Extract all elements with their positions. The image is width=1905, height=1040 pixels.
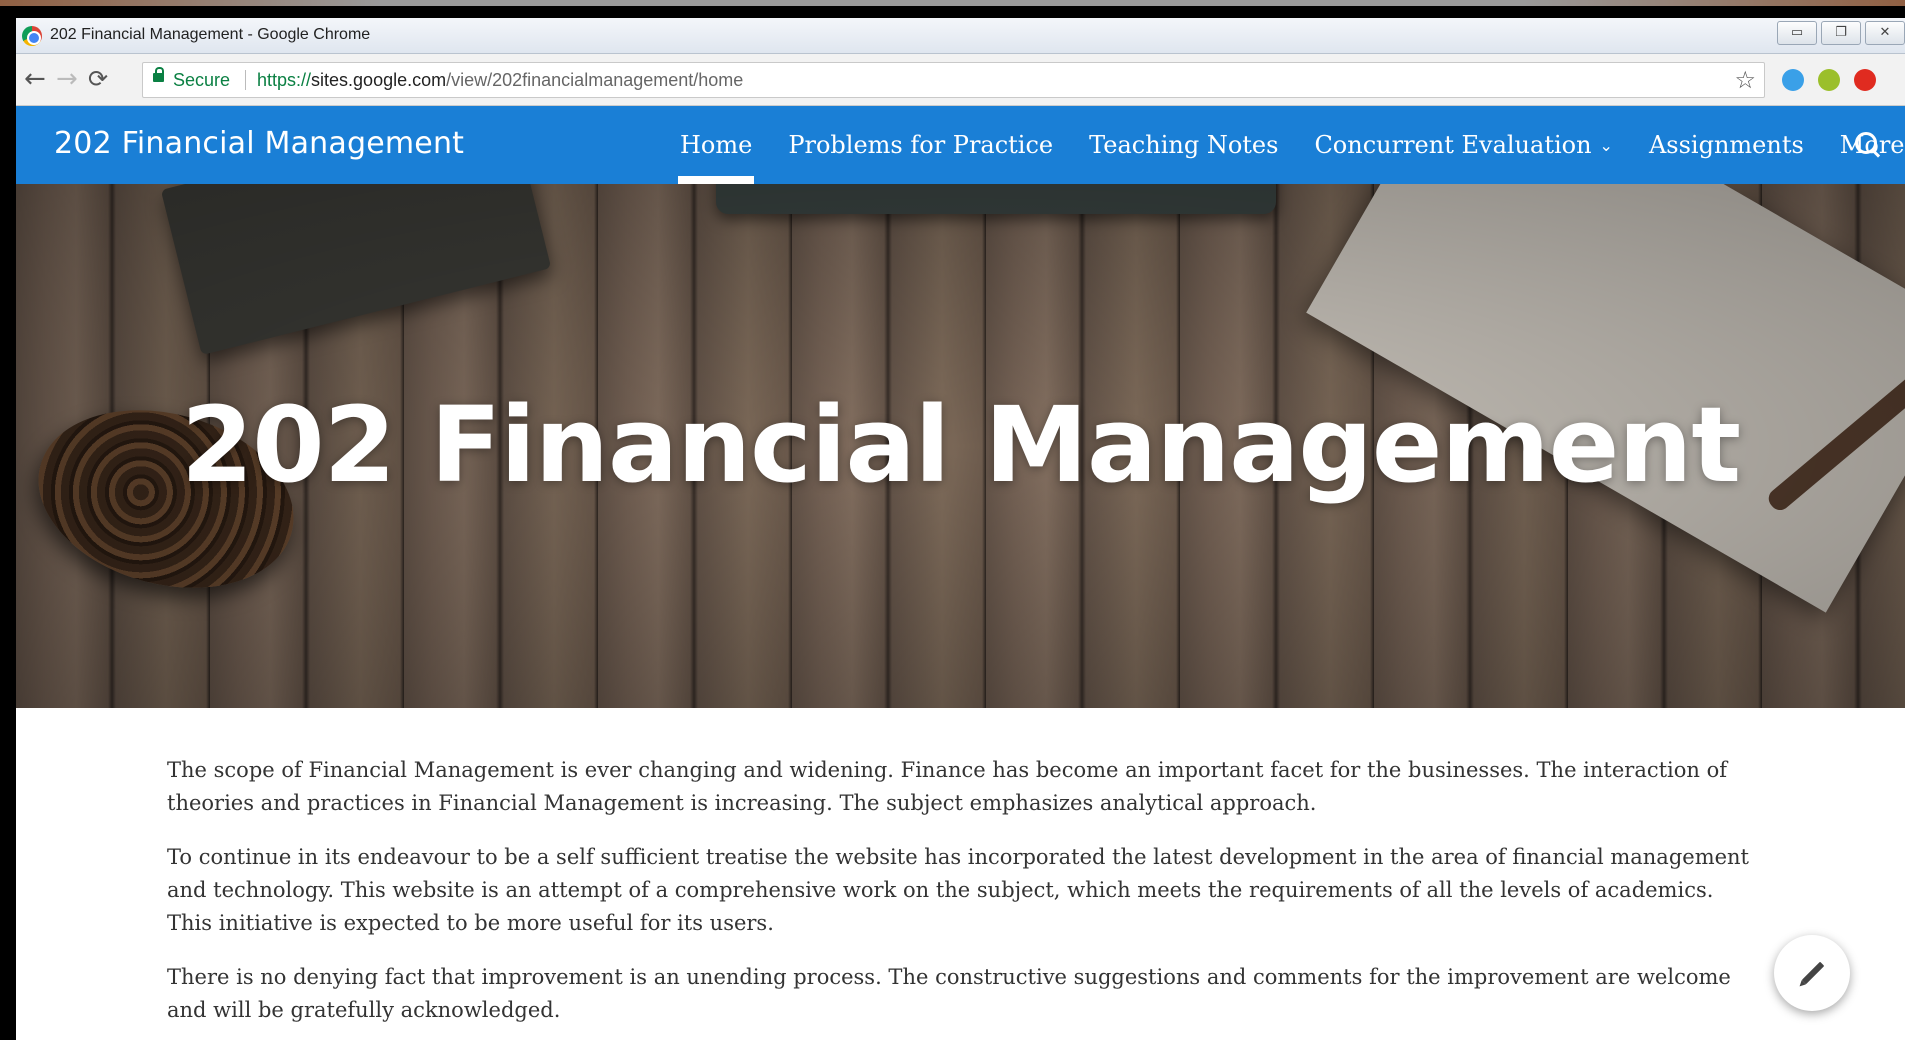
secure-label: Secure [173, 70, 231, 90]
page-content: The scope of Financial Management is eve… [167, 754, 1751, 1040]
hero-banner: 202 Financial Management [16, 184, 1905, 708]
browser-window: 202 Financial Management - Google Chrome… [16, 18, 1905, 1040]
url-path: /view/202financialmanagement/home [446, 70, 744, 90]
nav-concurrent-evaluation[interactable]: Concurrent Evaluation ⌄ [1314, 106, 1613, 184]
nav-assignments-label: Assignments [1648, 131, 1804, 159]
nav-home-label: Home [680, 131, 753, 159]
nav-assignments[interactable]: Assignments [1649, 106, 1804, 184]
title-bar: 202 Financial Management - Google Chrome… [16, 18, 1905, 54]
back-arrow-icon[interactable]: ← [24, 65, 46, 93]
star-icon[interactable]: ☆ [1734, 66, 1756, 94]
nav-problems-for-practice[interactable]: Problems for Practice [788, 106, 1053, 184]
nav-teaching-notes[interactable]: Teaching Notes [1089, 106, 1278, 184]
nav-home[interactable]: Home [677, 106, 755, 184]
intro-paragraph: The scope of Financial Management is eve… [167, 758, 1728, 815]
close-window-button[interactable]: ✕ [1865, 21, 1905, 45]
suggestions-paragraph: There is no denying fact that improvemen… [167, 965, 1731, 1022]
forward-arrow-icon[interactable]: → [56, 65, 78, 93]
omnibox-divider [245, 70, 246, 90]
extension-cloud-icon[interactable] [1782, 69, 1804, 91]
address-bar[interactable]: Secure https://sites.google.com/view/202… [142, 62, 1765, 98]
site-name[interactable]: 202 Financial Management [54, 126, 464, 161]
site-header: 202 Financial Management Home Problems f… [16, 106, 1905, 184]
chrome-logo-icon [22, 26, 42, 46]
restore-button[interactable]: ❐ [1821, 21, 1861, 45]
search-icon[interactable] [1853, 130, 1883, 160]
lock-icon [153, 67, 164, 82]
frame-accent [0, 0, 1905, 6]
website-paragraph: To continue in its endeavour to be a sel… [167, 845, 1749, 935]
screen-frame: 202 Financial Management - Google Chrome… [0, 0, 1905, 1040]
nav-concurrent-label: Concurrent Evaluation [1314, 131, 1592, 159]
pencil-icon [1801, 961, 1825, 985]
extension-red-icon[interactable] [1854, 69, 1876, 91]
nav-teaching-notes-label: Teaching Notes [1089, 131, 1279, 159]
url-host: sites.google.com [311, 70, 447, 90]
url-text[interactable]: https://sites.google.com/view/202financi… [257, 70, 743, 91]
reload-icon[interactable]: ⟳ [88, 65, 108, 93]
browser-toolbar: ← → ⟳ Secure https://sites.google.com/vi… [16, 54, 1905, 106]
hero-title: 202 Financial Management [180, 384, 1741, 506]
minimize-button[interactable]: ▭ [1777, 21, 1817, 45]
chevron-down-icon: ⌄ [1599, 135, 1613, 155]
nav-problems-label: Problems for Practice [788, 131, 1054, 159]
window-controls: ▭ ❐ ✕ [1777, 21, 1905, 45]
window-title: 202 Financial Management - Google Chrome [50, 26, 371, 43]
url-scheme: https:// [257, 70, 312, 90]
extension-coin-icon[interactable] [1818, 69, 1840, 91]
edit-button[interactable] [1774, 935, 1850, 1011]
site-nav: Home Problems for Practice Teaching Note… [677, 106, 1905, 184]
